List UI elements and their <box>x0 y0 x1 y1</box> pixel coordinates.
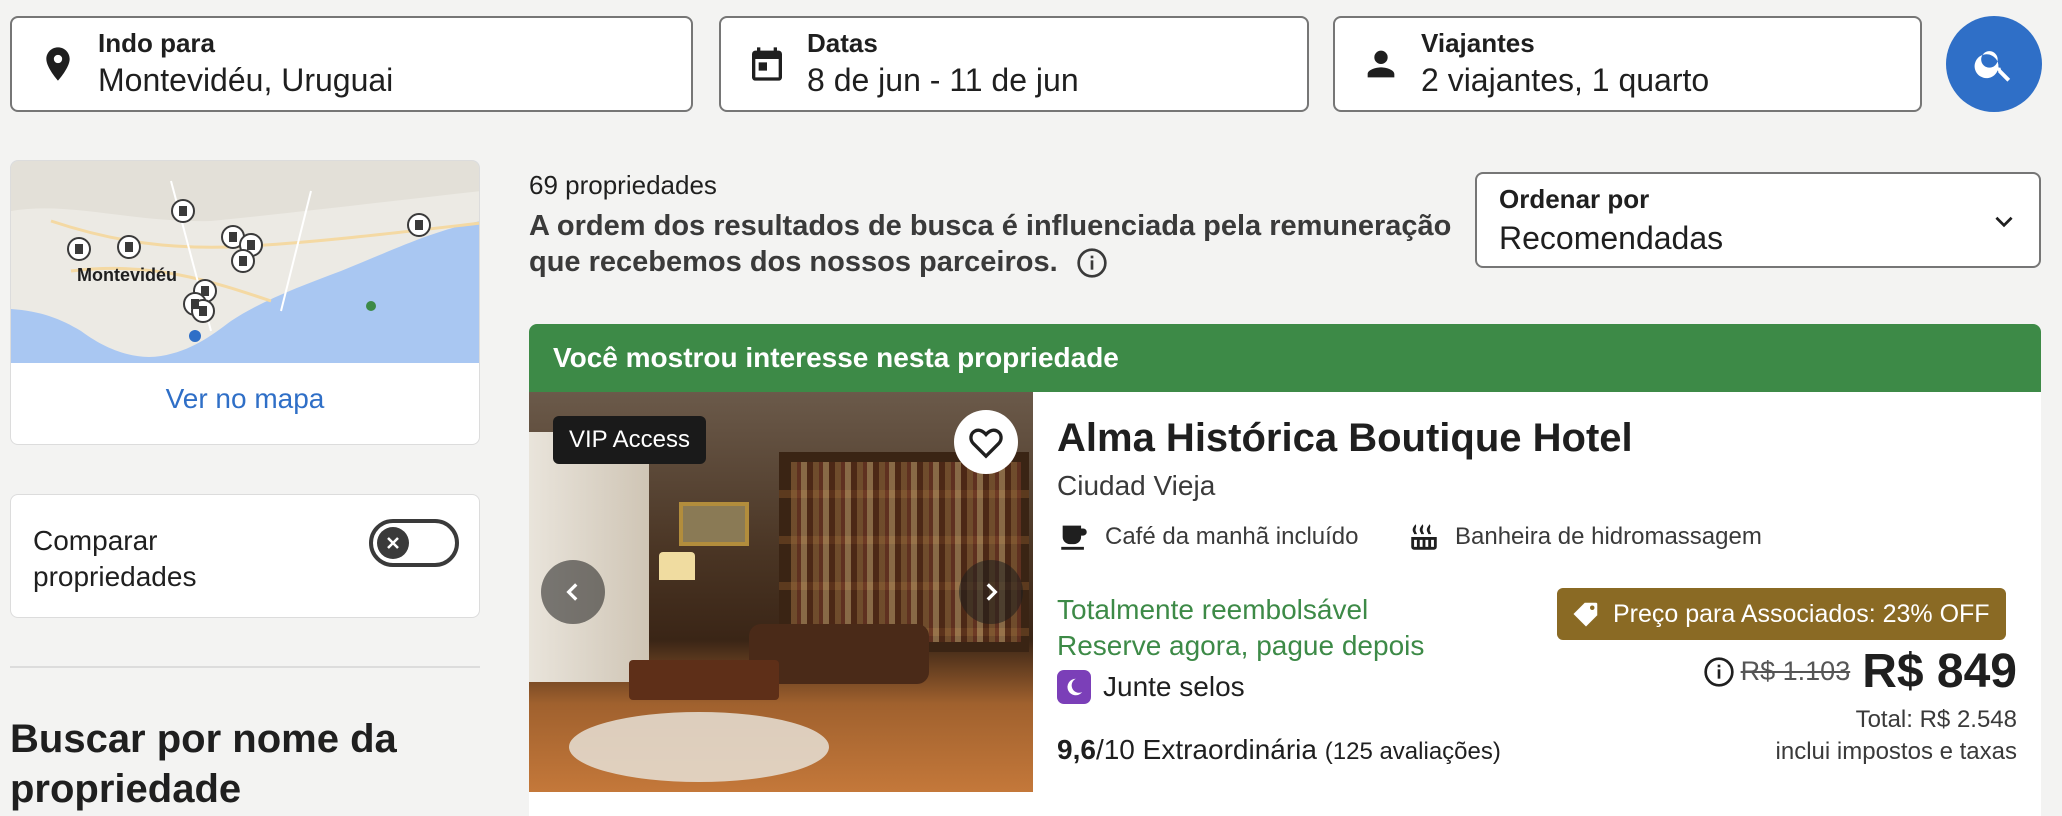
map-thumbnail[interactable] <box>11 161 480 363</box>
current-price: R$ 849 <box>1862 645 2017 698</box>
search-icon <box>1974 51 2011 82</box>
coffee-cup-icon <box>1061 525 1087 550</box>
amenity-hot-tub: Banheira de hidromassagem <box>1407 520 1762 554</box>
disclaimer-text: A ordem dos resultados de busca é influe… <box>529 210 1452 278</box>
dates-field[interactable]: Datas 8 de jun - 11 de jun <box>719 16 1309 112</box>
chevron-left-icon <box>566 583 578 601</box>
travelers-label: Viajantes <box>1421 28 1535 58</box>
original-price: R$ 1.103 <box>1740 656 1851 686</box>
interest-banner: Você mostrou interesse nesta propriedade <box>529 324 2041 392</box>
member-price-badge: Preço para Associados: 23% OFF <box>1557 588 2006 640</box>
member-price-text: Preço para Associados: 23% OFF <box>1613 599 1990 628</box>
vip-access-badge: VIP Access <box>553 416 706 464</box>
search-button[interactable] <box>1946 16 2042 112</box>
map-card[interactable]: Montevidéu Ver no mapa <box>10 160 480 445</box>
favorite-button[interactable] <box>954 410 1018 474</box>
destination-field[interactable]: Indo para Montevidéu, Uruguai <box>10 16 693 112</box>
compare-properties-toggle[interactable] <box>369 519 459 567</box>
compare-properties-card: Comparar propriedades <box>10 494 480 618</box>
refund-text: Totalmente reembolsável <box>1057 594 1369 625</box>
divider <box>10 666 480 668</box>
person-icon <box>1367 50 1395 78</box>
amenity-breakfast: Café da manhã incluído <box>1057 520 1359 554</box>
rating-text: Extraordinária <box>1142 734 1317 765</box>
stamps-text: Junte selos <box>1103 671 1245 702</box>
heart-icon <box>969 428 1003 459</box>
location-pin-icon <box>46 47 70 81</box>
travelers-field[interactable]: Viajantes 2 viajantes, 1 quarto <box>1333 16 1922 112</box>
previous-photo-button[interactable] <box>541 560 605 624</box>
sort-label: Ordenar por <box>1499 184 1650 214</box>
sort-value: Recomendadas <box>1499 220 1724 256</box>
destination-value[interactable]: Montevidéu, Uruguai <box>98 62 393 99</box>
info-icon[interactable] <box>1076 247 1108 279</box>
destination-label: Indo para <box>98 28 216 58</box>
chevron-down-icon <box>1995 216 2013 228</box>
moon-icon <box>1057 670 1091 704</box>
dates-label: Datas <box>807 28 878 58</box>
next-photo-button[interactable] <box>959 560 1023 624</box>
results-count: 69 propriedades <box>529 170 717 200</box>
map-city-label: Montevidéu <box>77 265 178 285</box>
info-icon[interactable] <box>1703 656 1735 688</box>
results-disclaimer: A ordem dos resultados de busca é influe… <box>529 208 1459 280</box>
calendar-icon <box>752 47 782 81</box>
pay-later-text: Reserve agora, pague depois <box>1057 630 1425 661</box>
review-count: (125 avaliações) <box>1324 738 1501 765</box>
compare-properties-label: Comparar propriedades <box>33 525 197 592</box>
rating-score: 9,6 <box>1057 734 1096 765</box>
total-price: Total: R$ 2.548 <box>1855 706 2017 733</box>
price-row: R$ 1.103 R$ 849 <box>1703 644 2017 699</box>
taxes-note: inclui impostos e taxas <box>1775 738 2017 765</box>
collect-stamps: Junte selos <box>1057 670 1245 704</box>
dates-value[interactable]: 8 de jun - 11 de jun <box>807 62 1079 99</box>
search-by-name-heading: Buscar por nome da propriedade <box>10 717 397 811</box>
refund-policy: Totalmente reembolsável Reserve agora, p… <box>1057 592 1424 664</box>
rating-scale: /10 <box>1095 734 1135 765</box>
tag-icon <box>1573 602 1598 627</box>
close-icon <box>377 527 409 559</box>
property-name[interactable]: Alma Histórica Boutique Hotel <box>1057 416 1633 461</box>
view-on-map-link[interactable]: Ver no mapa <box>11 383 479 415</box>
hot-tub-icon <box>1411 524 1437 550</box>
sort-dropdown[interactable]: Ordenar por Recomendadas <box>1475 172 2041 268</box>
rating: 9,6/10 Extraordinária (125 avaliações) <box>1057 734 1501 766</box>
chevron-right-icon <box>986 583 998 601</box>
property-area: Ciudad Vieja <box>1057 470 1216 501</box>
property-card[interactable]: Você mostrou interesse nesta propriedade… <box>529 324 2041 816</box>
travelers-value[interactable]: 2 viajantes, 1 quarto <box>1421 62 1709 99</box>
